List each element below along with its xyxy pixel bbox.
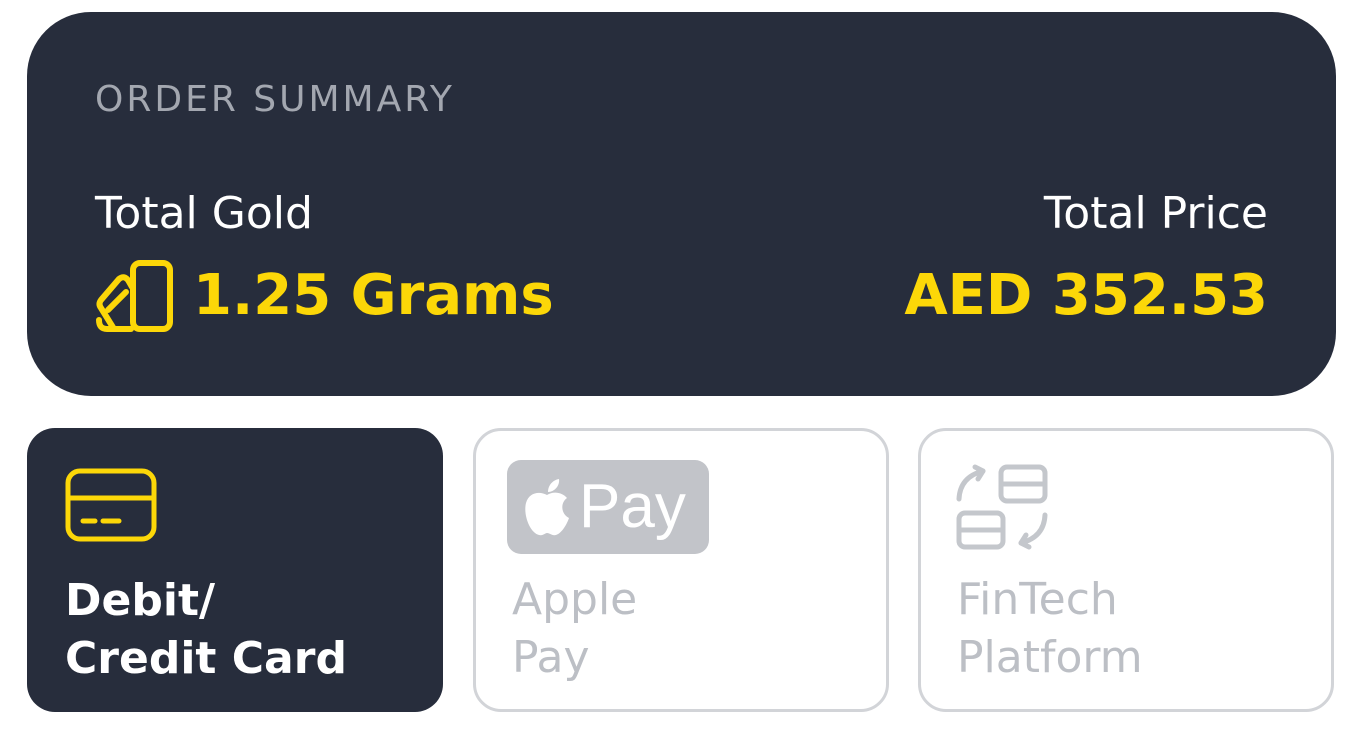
order-summary-card: ORDER SUMMARY Total Gold Total Price 1.2… bbox=[27, 12, 1336, 396]
apple-pay-logo: Pay bbox=[507, 460, 709, 554]
label-line-2: Pay bbox=[512, 632, 590, 683]
order-summary-heading: ORDER SUMMARY bbox=[95, 79, 455, 120]
credit-card-icon bbox=[65, 468, 157, 542]
payment-option-card[interactable]: Debit/ Credit Card bbox=[27, 428, 443, 712]
payment-option-apple-pay[interactable]: Pay Apple Pay bbox=[473, 428, 889, 712]
payment-option-fintech-label: FinTech Platform bbox=[957, 571, 1297, 687]
label-line-1: Debit/ bbox=[65, 575, 216, 626]
total-gold-row: 1.25 Grams bbox=[95, 258, 554, 334]
payment-option-apple-pay-label: Apple Pay bbox=[512, 571, 852, 687]
label-line-2: Platform bbox=[957, 632, 1143, 683]
total-gold-value: 1.25 Grams bbox=[193, 263, 554, 328]
apple-logo-icon bbox=[525, 479, 569, 536]
total-price-label: Total Price bbox=[1043, 188, 1268, 239]
label-line-1: FinTech bbox=[957, 574, 1118, 625]
total-gold-label: Total Gold bbox=[95, 188, 313, 239]
label-line-1: Apple bbox=[512, 574, 638, 625]
payment-option-fintech[interactable]: FinTech Platform bbox=[918, 428, 1334, 712]
total-price-value: AED 352.53 bbox=[904, 263, 1268, 328]
apple-pay-badge-text: Pay bbox=[579, 472, 686, 541]
label-line-2: Credit Card bbox=[65, 633, 347, 684]
gold-bars-icon bbox=[96, 260, 173, 332]
payment-option-card-label: Debit/ Credit Card bbox=[65, 572, 405, 688]
exchange-icon bbox=[956, 464, 1048, 550]
